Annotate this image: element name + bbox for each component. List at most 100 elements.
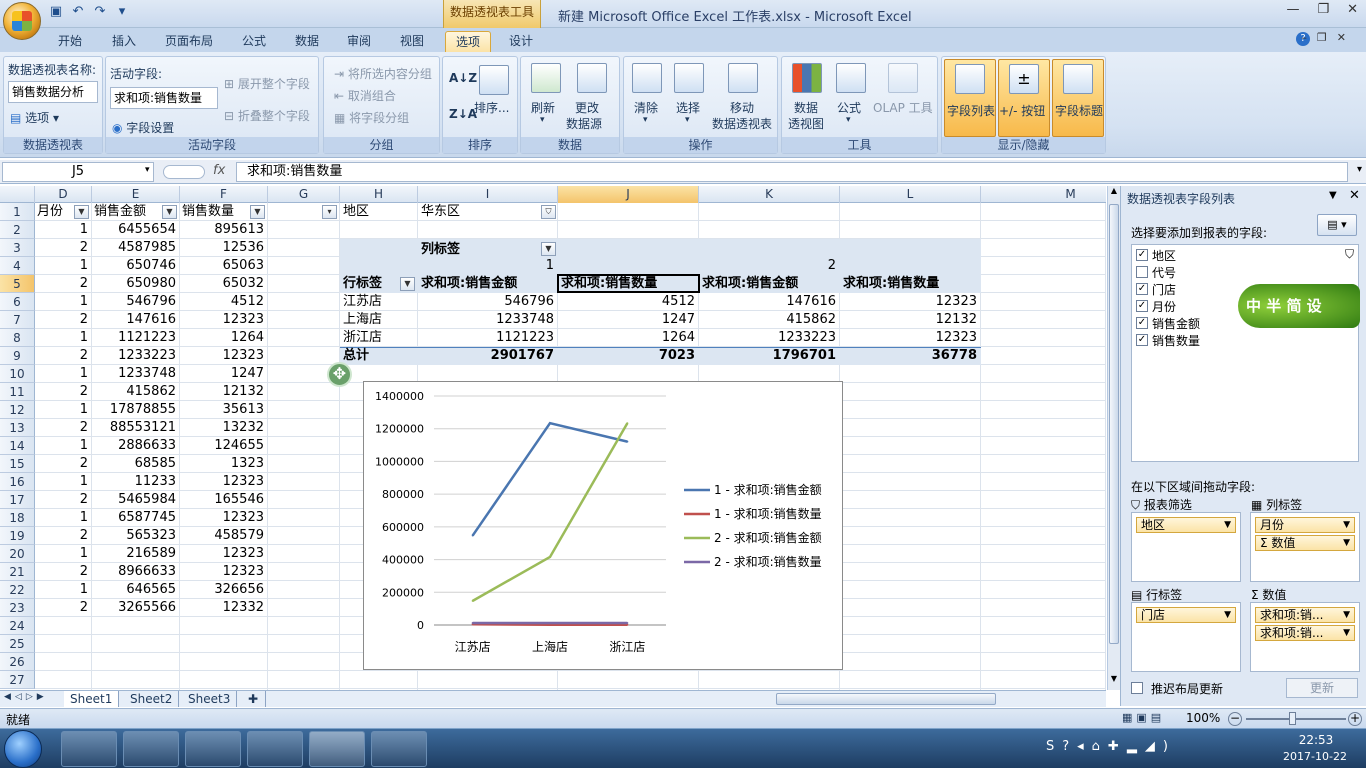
row-header[interactable]: 18 xyxy=(0,509,35,527)
pivot-value-header[interactable]: 求和项:销售金额 xyxy=(421,275,557,293)
pivot-total-cell[interactable]: 7023 xyxy=(558,347,698,365)
zoom-in-icon[interactable]: + xyxy=(1348,712,1362,726)
data-cell[interactable]: 6455654 xyxy=(92,221,179,239)
row-header[interactable]: 8 xyxy=(0,329,35,347)
sort-button[interactable]: 排序... xyxy=(474,99,509,116)
row-header[interactable]: 9 xyxy=(0,347,35,365)
pivot-value-cell[interactable]: 1233223 xyxy=(699,329,839,347)
data-cell[interactable]: 1264 xyxy=(180,329,267,347)
row-label-dropdown-icon[interactable]: ▼ xyxy=(400,277,415,291)
field-checkbox[interactable]: ✓ xyxy=(1136,300,1148,312)
name-box[interactable]: J5 xyxy=(2,162,154,182)
field-checkbox[interactable] xyxy=(1136,266,1148,278)
row-header[interactable]: 7 xyxy=(0,311,35,329)
expand-field-button[interactable]: ⊞ 展开整个字段 xyxy=(224,75,310,92)
undo-icon[interactable]: ↶ xyxy=(70,4,86,20)
pivot-row-name[interactable]: 上海店 xyxy=(343,311,417,329)
data-cell[interactable]: 565323 xyxy=(92,527,179,545)
tab-view[interactable]: 视图 xyxy=(394,31,430,52)
data-cell[interactable]: 1 xyxy=(35,221,91,239)
series-line[interactable] xyxy=(471,421,628,537)
active-field-input[interactable]: 求和项:销售数量 xyxy=(110,87,218,109)
data-cell[interactable]: 17878855 xyxy=(92,401,179,419)
data-cell[interactable]: 2 xyxy=(35,527,91,545)
field-checkbox[interactable]: ✓ xyxy=(1136,334,1148,346)
tab-home[interactable]: 开始 xyxy=(52,31,88,52)
data-cell[interactable]: 1233748 xyxy=(92,365,179,383)
pivot-value-cell[interactable]: 1247 xyxy=(558,311,698,329)
data-cell[interactable]: 2 xyxy=(35,383,91,401)
data-point[interactable] xyxy=(471,599,474,602)
pivot-row-name[interactable]: 江苏店 xyxy=(343,293,417,311)
formula-expand-handle[interactable] xyxy=(163,165,205,179)
data-cell[interactable]: 12132 xyxy=(180,383,267,401)
row-header[interactable]: 19 xyxy=(0,527,35,545)
pivot-col-group[interactable]: 2 xyxy=(699,257,839,275)
field-name[interactable]: 销售数量 xyxy=(1152,332,1200,349)
refresh-button[interactable]: 刷新 xyxy=(531,99,555,116)
data-cell[interactable]: 12323 xyxy=(180,563,267,581)
data-cell[interactable]: 2 xyxy=(35,347,91,365)
new-sheet-icon[interactable]: ✚ xyxy=(242,691,266,707)
row-header[interactable]: 27 xyxy=(0,671,35,689)
pivot-row-name[interactable]: 浙江店 xyxy=(343,329,417,347)
data-point[interactable] xyxy=(471,621,474,624)
data-cell[interactable]: 458579 xyxy=(180,527,267,545)
data-cell[interactable]: 5465984 xyxy=(92,491,179,509)
field-name[interactable]: 代号 xyxy=(1152,264,1176,281)
update-button[interactable]: 更新 xyxy=(1286,678,1358,698)
pivot-col-group[interactable]: 1 xyxy=(418,257,557,275)
pivot-name-input[interactable]: 销售数据分析 xyxy=(8,81,98,103)
pivot-filter-value[interactable]: 华东区 xyxy=(421,203,541,221)
ungroup-button[interactable]: ⇤ 取消组合 xyxy=(334,87,396,104)
column-header[interactable]: D xyxy=(35,186,92,203)
pivot-value-header[interactable]: 求和项:销售数量 xyxy=(843,275,980,293)
data-cell[interactable]: 415862 xyxy=(92,383,179,401)
row-labels-zone[interactable]: 门店 ▼ xyxy=(1131,602,1241,672)
taskbar-ie-icon[interactable] xyxy=(61,731,117,767)
data-cell[interactable]: 12536 xyxy=(180,239,267,257)
tab-page-layout[interactable]: 页面布局 xyxy=(159,31,219,52)
data-cell[interactable]: 1 xyxy=(35,329,91,347)
vertical-scrollbar[interactable]: ▲ ▼ xyxy=(1107,186,1120,690)
data-cell[interactable]: 2 xyxy=(35,563,91,581)
close-icon[interactable]: ✕ xyxy=(1349,188,1360,203)
pivot-total-cell[interactable]: 2901767 xyxy=(418,347,557,365)
row-header[interactable]: 17 xyxy=(0,491,35,509)
data-cell[interactable]: 326656 xyxy=(180,581,267,599)
data-cell[interactable]: 1233223 xyxy=(92,347,179,365)
column-header[interactable]: E xyxy=(92,186,180,203)
change-source-button-line2[interactable]: 数据源 xyxy=(566,115,602,132)
row-header[interactable]: 24 xyxy=(0,617,35,635)
formula-input[interactable]: 求和项:销售数量 xyxy=(236,162,1348,182)
data-cell[interactable]: 12323 xyxy=(180,347,267,365)
defer-update-checkbox[interactable] xyxy=(1131,682,1143,694)
row-header[interactable]: 16 xyxy=(0,473,35,491)
row-header[interactable]: 25 xyxy=(0,635,35,653)
zone-item[interactable]: 求和项:销... ▼ xyxy=(1255,607,1355,623)
data-cell[interactable]: 2 xyxy=(35,599,91,617)
taskbar-folder-icon[interactable] xyxy=(247,731,303,767)
close-icon[interactable]: ✕ xyxy=(1347,2,1358,17)
zoom-level[interactable]: 100% xyxy=(1186,711,1220,725)
filter-applied-icon[interactable]: ⛉ xyxy=(541,205,556,219)
data-cell[interactable]: 88553121 xyxy=(92,419,179,437)
data-cell[interactable]: 646565 xyxy=(92,581,179,599)
redo-icon[interactable]: ↷ xyxy=(92,4,108,20)
pivot-filter-label[interactable]: 地区 xyxy=(343,203,417,221)
sheet-tab[interactable]: Sheet1 xyxy=(64,691,120,707)
data-cell[interactable]: 165546 xyxy=(180,491,267,509)
pivot-total-label[interactable]: 总计 xyxy=(343,347,417,365)
data-cell[interactable]: 65032 xyxy=(180,275,267,293)
field-list-button[interactable]: 字段列表 xyxy=(944,59,996,137)
row-header[interactable]: 15 xyxy=(0,455,35,473)
data-point[interactable] xyxy=(549,622,551,625)
sort-az-icon[interactable]: A↓Z xyxy=(449,71,477,85)
minimize-icon[interactable]: — xyxy=(1286,2,1299,17)
data-cell[interactable]: 6587745 xyxy=(92,509,179,527)
row-header[interactable]: 5 xyxy=(0,275,35,293)
data-cell[interactable]: 12323 xyxy=(180,473,267,491)
select-all-corner[interactable] xyxy=(0,186,35,203)
data-point[interactable] xyxy=(549,555,551,558)
values-zone[interactable]: 求和项:销... ▼ 求和项:销... ▼ xyxy=(1250,602,1360,672)
